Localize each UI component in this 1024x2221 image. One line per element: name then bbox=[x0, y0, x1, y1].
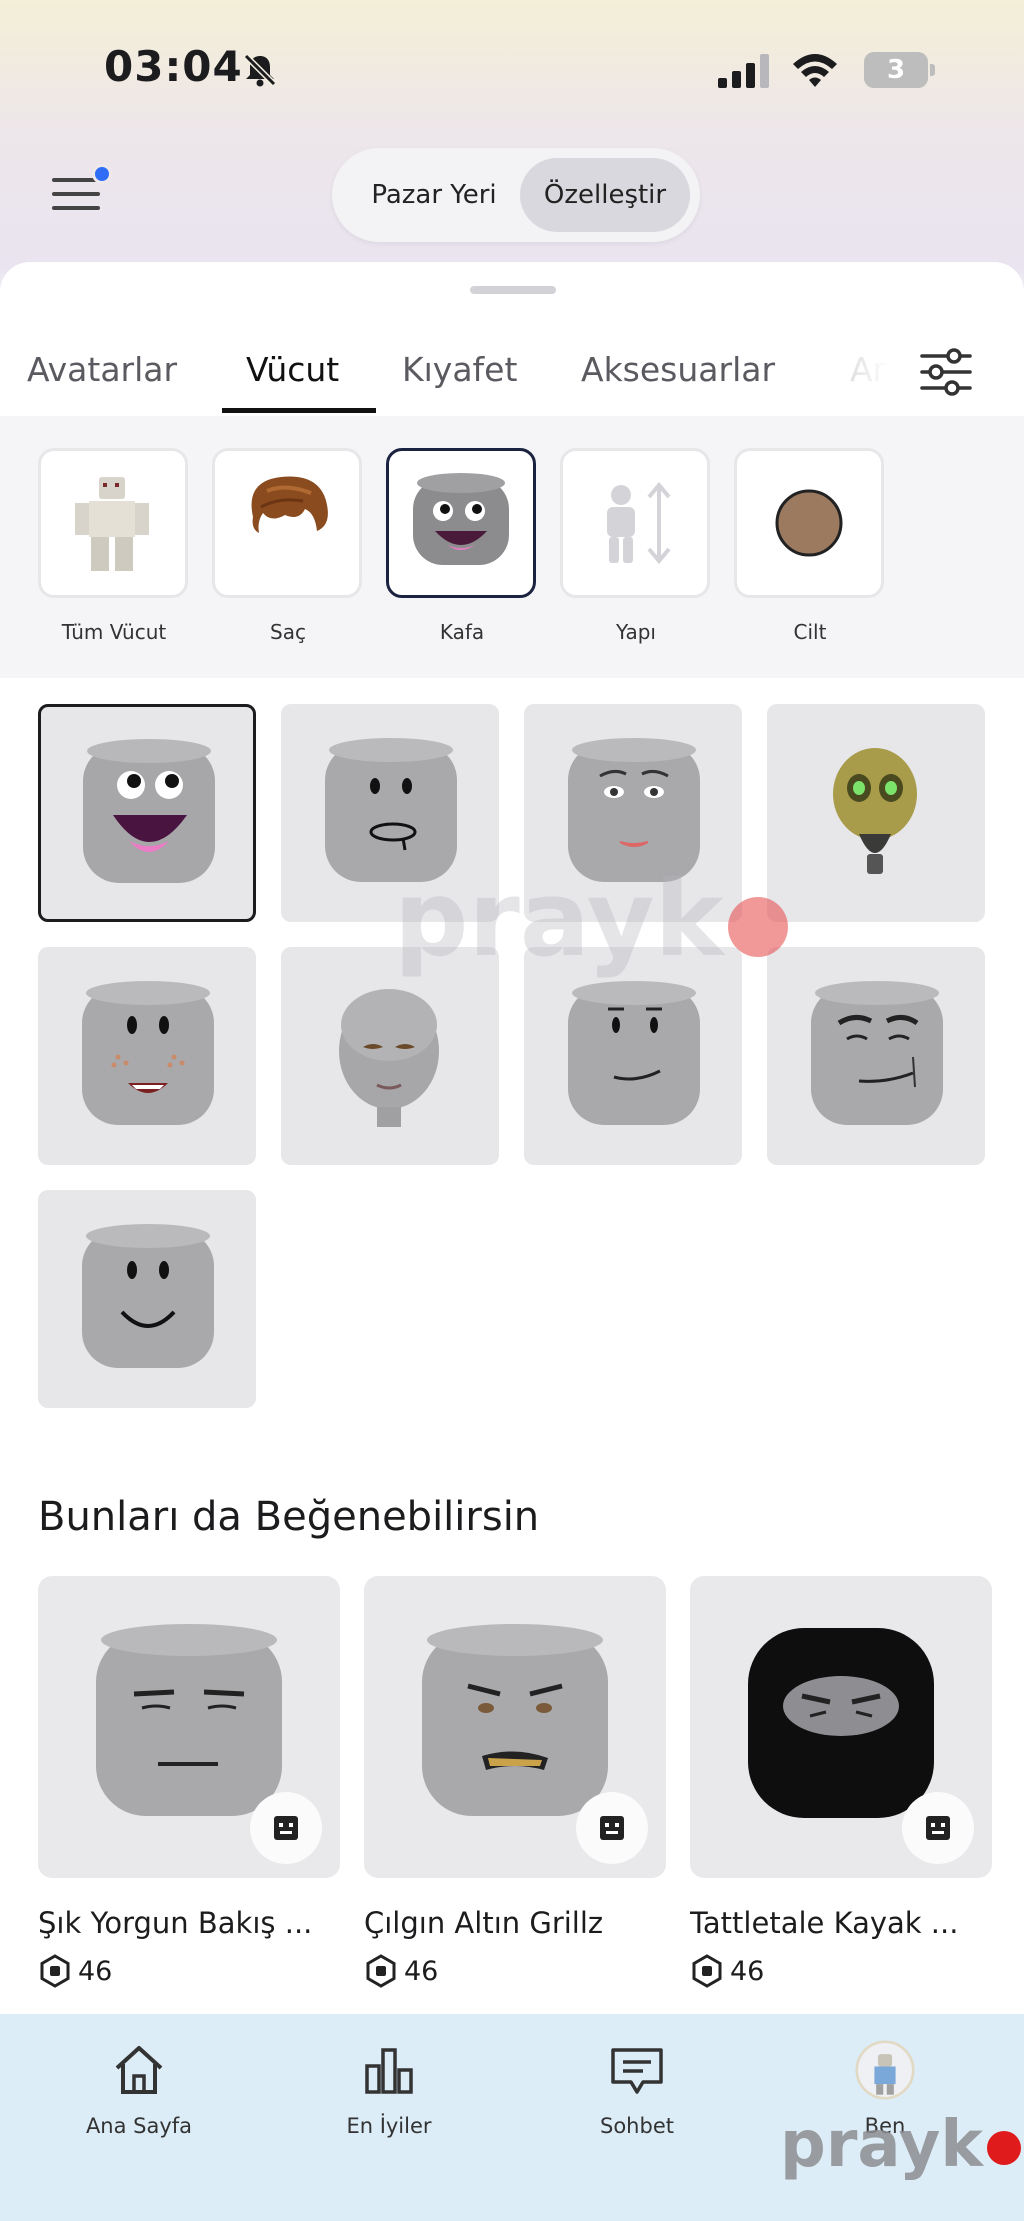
subcat-hair[interactable]: Saç bbox=[212, 448, 364, 644]
nav-label: En İyiler bbox=[346, 2114, 432, 2138]
section-title: Bunları da Beğenebilirsin bbox=[38, 1494, 540, 1540]
menu-button[interactable] bbox=[48, 164, 112, 220]
rec-item-price: 46 bbox=[364, 1954, 666, 1988]
robux-icon bbox=[366, 1954, 396, 1988]
head-item-freckles[interactable] bbox=[38, 947, 256, 1165]
chat-icon bbox=[611, 2048, 663, 2094]
head-icon bbox=[413, 473, 509, 565]
subcat-label: Yapı bbox=[616, 620, 656, 644]
mode-segmented-control: Pazar Yeri Özelleştir bbox=[332, 148, 700, 242]
rec-card[interactable]: Şık Yorgun Bakış ... 46 bbox=[38, 1576, 340, 1988]
watermark: prayk bbox=[394, 858, 788, 980]
status-time: 03:04 bbox=[104, 42, 243, 91]
customize-tab[interactable]: Özelleştir bbox=[520, 158, 690, 232]
home-icon bbox=[115, 2046, 163, 2094]
hair-icon bbox=[251, 476, 328, 533]
try-on-badge[interactable] bbox=[902, 1792, 974, 1864]
signal-icon bbox=[718, 54, 769, 88]
head-item-epic-face[interactable] bbox=[38, 704, 256, 922]
rec-item-name: Tattletale Kayak ... bbox=[690, 1906, 959, 1940]
head-smile-face-icon bbox=[82, 1224, 214, 1368]
subcat-label: Cilt bbox=[793, 620, 827, 644]
subcat-label: Saç bbox=[270, 620, 306, 644]
skin-color-swatch-icon bbox=[775, 489, 843, 557]
head-freckles-face-icon bbox=[82, 981, 214, 1125]
battery-indicator: 3 bbox=[864, 52, 936, 88]
body-scale-icon bbox=[607, 481, 671, 565]
marketplace-tab[interactable]: Pazar Yeri bbox=[354, 158, 514, 232]
wifi-icon bbox=[793, 54, 837, 87]
tab-accessories[interactable]: Aksesuarlar bbox=[581, 350, 775, 389]
head-alien-icon bbox=[833, 748, 917, 874]
rec-item-name: Şık Yorgun Bakış ... bbox=[38, 1906, 313, 1940]
head-badge-icon bbox=[274, 1816, 298, 1840]
filter-icon[interactable] bbox=[916, 342, 976, 402]
nav-label: Sohbet bbox=[600, 2114, 674, 2138]
nav-chat[interactable]: Sohbet bbox=[562, 2040, 712, 2138]
rec-item-price: 46 bbox=[38, 1954, 340, 1988]
head-item-man-face[interactable] bbox=[767, 947, 985, 1165]
rec-item-name: Çılgın Altın Grillz bbox=[364, 1906, 604, 1940]
try-on-badge[interactable] bbox=[576, 1792, 648, 1864]
tab-body[interactable]: Vücut bbox=[246, 350, 339, 389]
subcat-skin[interactable]: Cilt bbox=[734, 448, 886, 644]
nav-charts[interactable]: En İyiler bbox=[314, 2040, 464, 2138]
rec-item-price: 46 bbox=[690, 1954, 992, 1988]
sheet-handle[interactable] bbox=[470, 286, 556, 294]
subcategory-row: Tüm Vücut Saç Kafa Yapı Cilt bbox=[0, 416, 1024, 678]
head-man-face-icon bbox=[811, 981, 943, 1125]
status-bar: 03:04 3 bbox=[0, 0, 1024, 140]
subcat-body-scale[interactable]: Yapı bbox=[560, 448, 712, 644]
robux-icon bbox=[40, 1954, 70, 1988]
nav-home[interactable]: Ana Sayfa bbox=[64, 2040, 214, 2138]
bell-off-icon bbox=[243, 53, 277, 87]
head-item-alien[interactable] bbox=[767, 704, 985, 922]
subcat-full-body[interactable]: Tüm Vücut bbox=[38, 448, 190, 644]
tab-clothing[interactable]: Kıyafet bbox=[402, 350, 517, 389]
head-item-smile[interactable] bbox=[38, 1190, 256, 1408]
chart-icon bbox=[365, 2048, 413, 2094]
battery-level: 3 bbox=[886, 55, 906, 85]
head-epic-face-icon bbox=[83, 739, 215, 883]
rec-card[interactable]: Çılgın Altın Grillz 46 bbox=[364, 1576, 666, 1988]
rec-card[interactable]: Tattletale Kayak ... 46 bbox=[690, 1576, 992, 1988]
active-tab-indicator bbox=[222, 408, 376, 413]
try-on-badge[interactable] bbox=[250, 1792, 322, 1864]
head-badge-icon bbox=[926, 1816, 950, 1840]
watermark-corner: prayk bbox=[780, 2108, 1021, 2182]
subcat-head[interactable]: Kafa bbox=[386, 448, 538, 644]
avatar-icon bbox=[855, 2040, 915, 2100]
head-badge-icon bbox=[600, 1816, 624, 1840]
subcat-label: Kafa bbox=[439, 620, 485, 644]
subcat-label: Tüm Vücut bbox=[61, 620, 167, 644]
tab-avatars[interactable]: Avatarlar bbox=[27, 350, 177, 389]
nav-label: Ana Sayfa bbox=[85, 2114, 193, 2138]
full-body-avatar-icon bbox=[75, 477, 149, 571]
robux-icon bbox=[692, 1954, 722, 1988]
notification-dot bbox=[92, 164, 112, 184]
